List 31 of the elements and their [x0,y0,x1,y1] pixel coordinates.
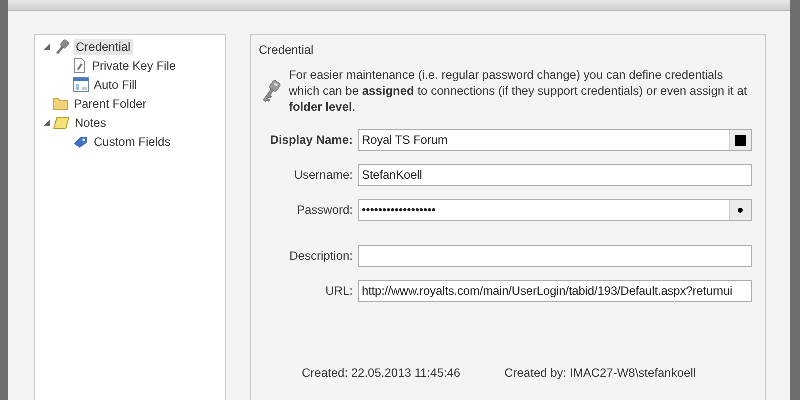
expand-arrow-icon[interactable] [44,120,50,126]
section-title: Credential [259,43,315,57]
tag-icon [73,134,89,148]
description-text: For easier maintenance (i.e. regular password change) you can define credentials which can be assigned to connections (if they support credentials) or even assign it at folder level. [288,67,748,115]
form-window-icon [73,77,89,92]
metadata-text: Created by: IMAC27-W8\stefankoell [504,366,696,380]
tree-item[interactable]: Private Key File [90,58,178,74]
reveal-button[interactable] [729,200,751,220]
metadata-text: Created: 22.05.2013 11:45:46 [302,366,461,380]
tree-item[interactable]: Auto Fill [92,76,140,92]
expand-arrow-icon[interactable] [44,44,50,50]
field-label: Username: [293,168,353,182]
dot-icon [738,208,743,212]
text-field[interactable]: Royal TS Forum [358,129,752,151]
field-label: Description: [288,249,353,263]
tree-item[interactable]: Notes [73,114,108,130]
text-field[interactable]: http://www.royalts.com/main/UserLogin/tabid/193/Default.aspx?returnui [358,280,752,302]
note-icon [53,116,70,130]
tree-item[interactable]: Custom Fields [92,134,173,150]
field-label: Display Name: [269,133,353,147]
text-field[interactable] [358,245,752,267]
folder-icon [53,96,69,110]
field-label: URL: [324,284,353,298]
color-button[interactable] [729,130,751,150]
text-field[interactable]: StefanKoell [358,164,752,186]
document-icon [73,58,87,74]
text-field[interactable]: •••••••••••••••••• [358,199,752,221]
tree-item[interactable]: Parent Folder [72,96,149,112]
tree-item[interactable]: Credential [74,38,133,54]
field-label: Password: [296,203,353,217]
square-icon [735,134,746,146]
